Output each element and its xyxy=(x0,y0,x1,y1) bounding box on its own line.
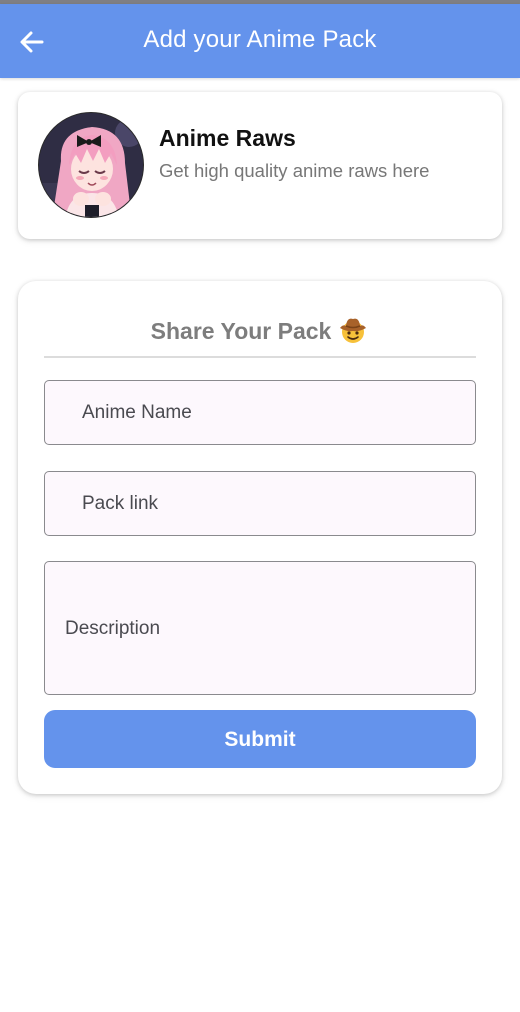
anime-girl-avatar-image xyxy=(39,113,143,217)
submit-button[interactable]: Submit xyxy=(44,710,476,768)
avatar xyxy=(38,112,144,218)
pack-subtitle: Get high quality anime raws here xyxy=(159,160,430,181)
form-title: Share Your Pack xyxy=(18,313,502,345)
pack-link-input[interactable] xyxy=(45,472,475,535)
description-field[interactable] xyxy=(44,561,476,695)
anime-name-input[interactable] xyxy=(45,381,475,444)
anime-name-field[interactable] xyxy=(44,380,476,445)
form-title-text: Share Your Pack xyxy=(150,318,332,344)
profile-card: Anime Raws Get high quality anime raws h… xyxy=(18,92,502,239)
cowboy-hat-face-emoji-icon xyxy=(340,318,367,343)
app-bar: Add your Anime Pack xyxy=(0,4,520,78)
pack-name: Anime Raws xyxy=(159,125,296,151)
pack-link-field[interactable] xyxy=(44,471,476,536)
description-input[interactable] xyxy=(45,562,475,694)
page-title: Add your Anime Pack xyxy=(143,26,377,53)
title-divider xyxy=(44,356,476,358)
share-pack-form: Share Your Pack Submit xyxy=(18,281,502,794)
